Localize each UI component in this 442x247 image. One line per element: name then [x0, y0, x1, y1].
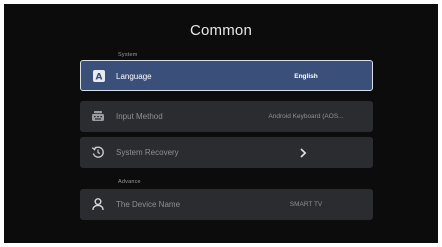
setting-row-device-name[interactable]: The Device Name SMART TV	[80, 189, 373, 220]
setting-label: The Device Name	[116, 200, 181, 209]
setting-row-language[interactable]: A Language English	[80, 60, 373, 91]
setting-value: Android Keyboard (AOS...	[268, 113, 344, 120]
setting-row-input-method[interactable]: Input Method Android Keyboard (AOS...	[80, 101, 373, 132]
setting-label: System Recovery	[116, 148, 179, 157]
person-icon	[90, 196, 106, 212]
keyboard-icon	[90, 108, 106, 124]
section-label-advance: Advance	[118, 179, 141, 185]
setting-label: Language	[116, 72, 152, 81]
svg-text:A: A	[96, 73, 103, 83]
setting-value: English	[294, 73, 318, 80]
language-icon: A	[91, 68, 107, 84]
section-label-system: System	[118, 52, 138, 58]
chevron-right-icon	[296, 146, 310, 160]
setting-row-system-recovery[interactable]: System Recovery	[80, 137, 373, 168]
tv-screen: Common System A Language English Input M…	[4, 4, 438, 243]
page-title: Common	[189, 22, 253, 39]
setting-label: Input Method	[116, 112, 163, 121]
setting-value: SMART TV	[289, 201, 323, 208]
recovery-icon	[90, 144, 106, 160]
